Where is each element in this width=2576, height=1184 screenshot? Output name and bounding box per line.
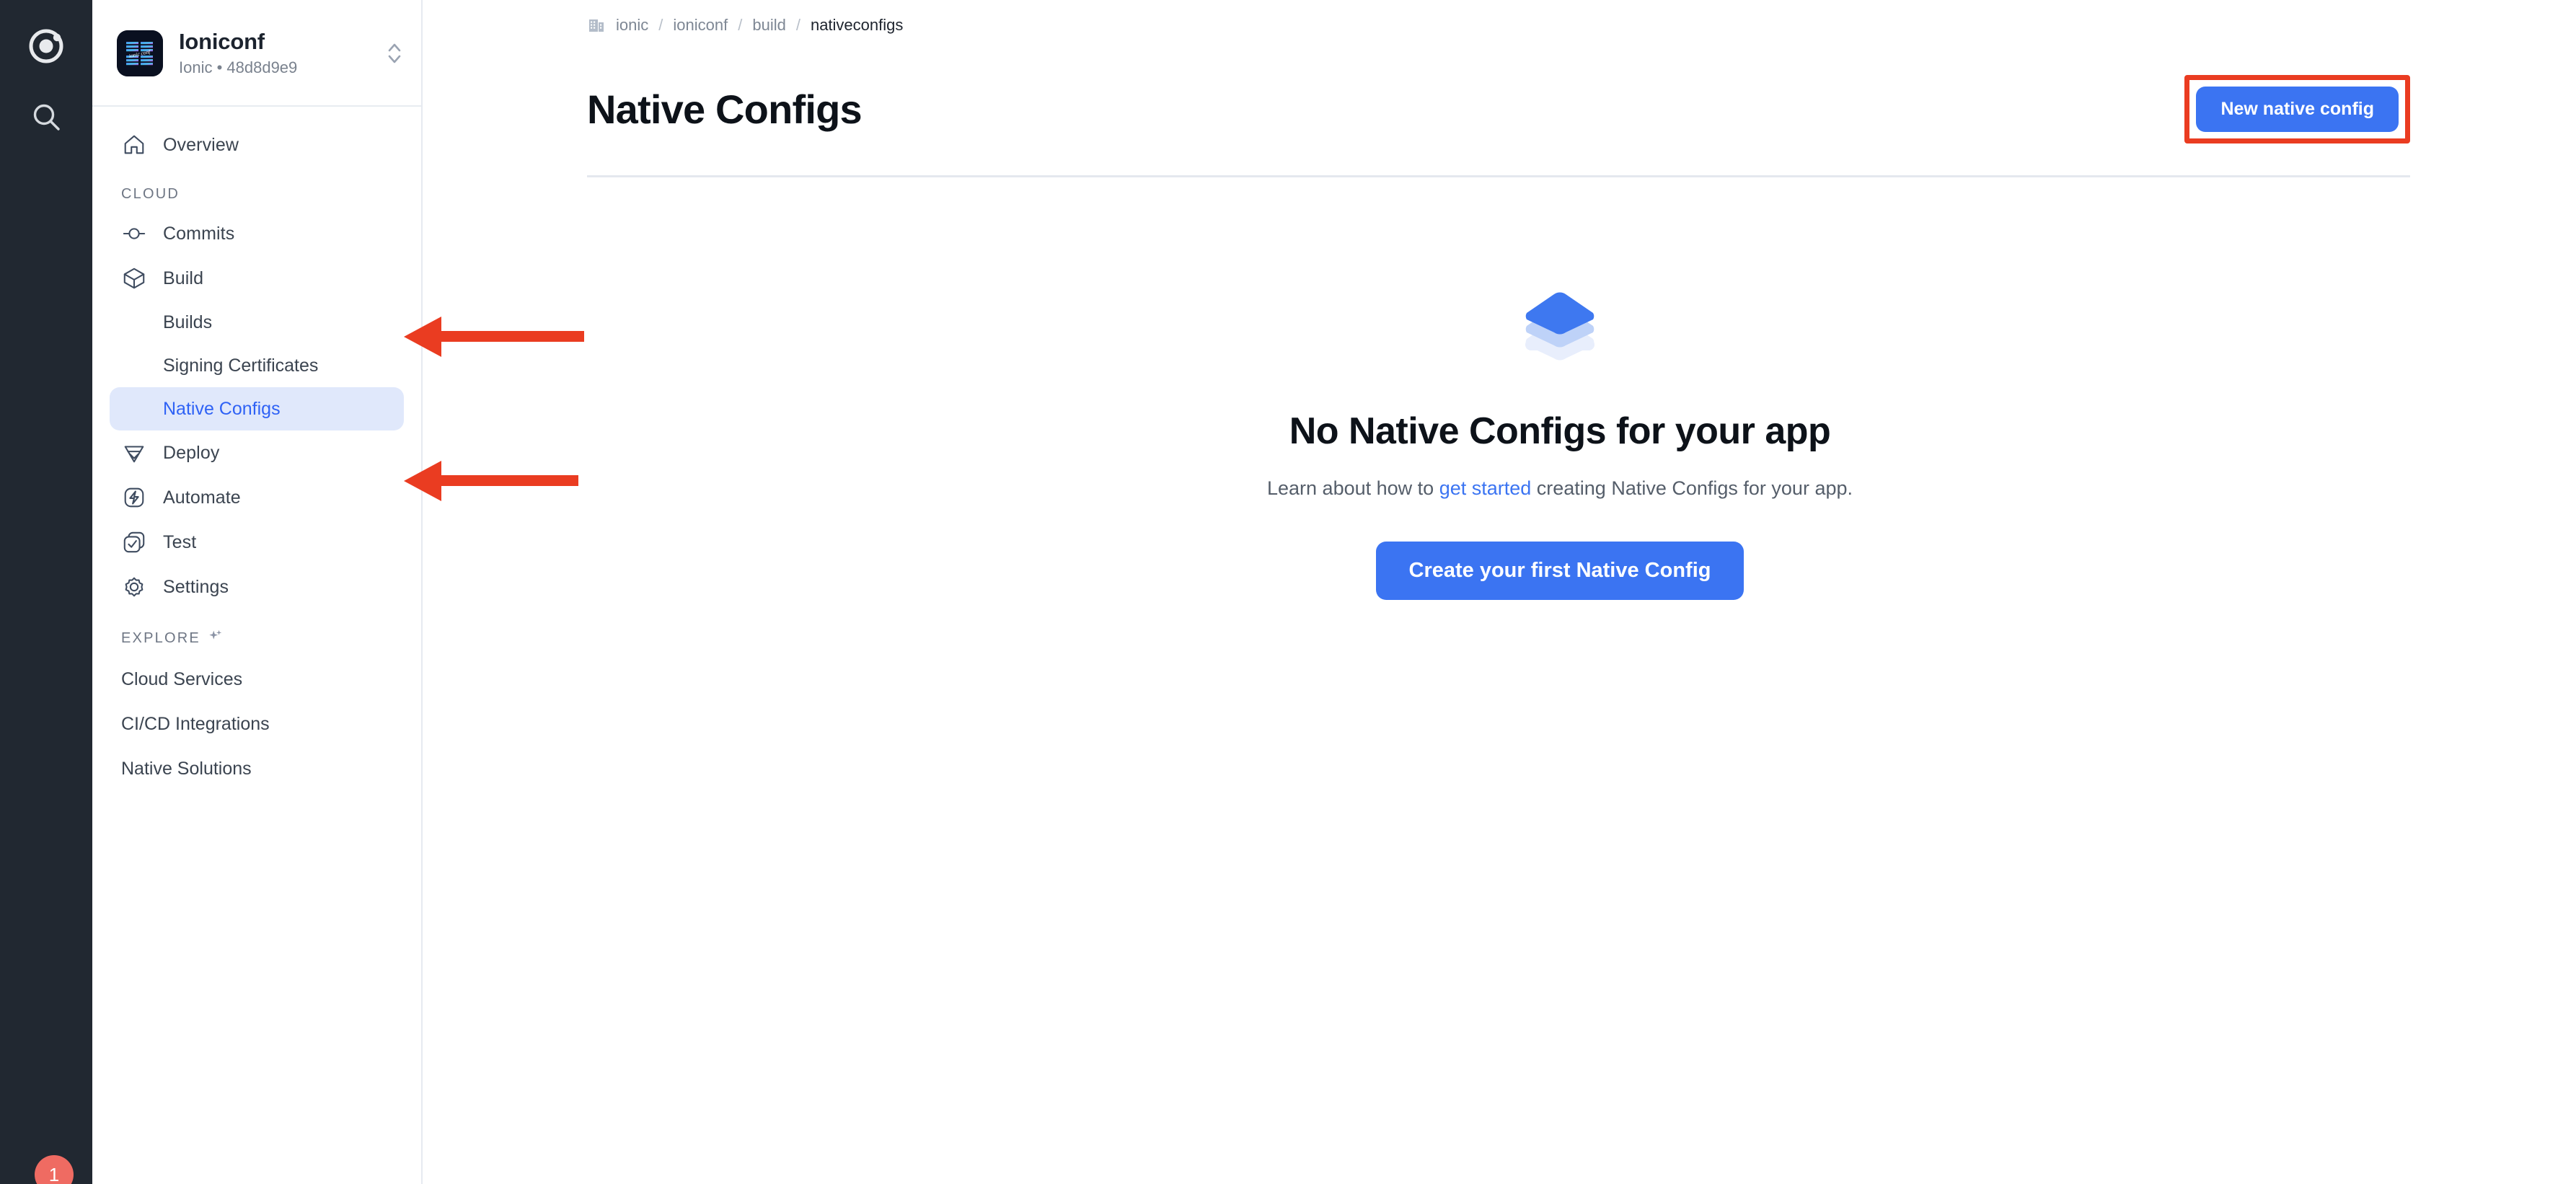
sidebar-item-label: Build xyxy=(163,268,204,288)
stacked-layers-icon xyxy=(1509,287,1610,368)
breadcrumb-item-ionic[interactable]: ionic xyxy=(616,16,648,35)
notification-badge[interactable]: 1 xyxy=(35,1155,74,1184)
gear-icon xyxy=(121,574,147,600)
sidebar-item-label: CI/CD Integrations xyxy=(121,713,270,734)
sidebar-item-cicd-integrations[interactable]: CI/CD Integrations xyxy=(110,702,404,746)
sparkle-icon xyxy=(208,628,224,648)
app-root: 1 ionic conf Ioniconf Ionic • 48d8d9e9 O… xyxy=(0,0,2576,1184)
search-icon[interactable] xyxy=(29,100,63,134)
sidebar-item-cloud-services[interactable]: Cloud Services xyxy=(110,657,404,702)
sidebar-item-build[interactable]: Build xyxy=(110,256,404,301)
app-name: Ioniconf xyxy=(179,29,265,55)
sidebar-item-native-solutions[interactable]: Native Solutions xyxy=(110,746,404,791)
new-native-config-button[interactable]: New native config xyxy=(2196,87,2399,132)
sidebar-item-label: Overview xyxy=(163,134,239,155)
section-label: EXPLORE xyxy=(121,629,200,646)
page-title: Native Configs xyxy=(587,87,863,132)
ionic-logo-icon[interactable] xyxy=(26,26,66,66)
app-logo-icon: ionic conf xyxy=(117,30,163,76)
app-subtitle: Ionic • 48d8d9e9 xyxy=(179,58,298,77)
deploy-icon xyxy=(121,440,147,466)
empty-state-text-before: Learn about how to xyxy=(1267,477,1439,499)
sidebar: ionic conf Ioniconf Ionic • 48d8d9e9 Ove… xyxy=(92,0,423,1184)
sidebar-item-label: Native Solutions xyxy=(121,758,252,779)
sidebar-item-automate[interactable]: Automate xyxy=(110,475,404,520)
breadcrumb: ionic / ioniconf / build / nativeconfigs xyxy=(423,0,2576,35)
building-icon xyxy=(587,16,606,35)
breadcrumb-separator: / xyxy=(738,16,743,34)
header-divider xyxy=(587,175,2410,177)
sidebar-item-test[interactable]: Test xyxy=(110,520,404,565)
bolt-icon xyxy=(121,485,147,511)
page-header: Native Configs New native config xyxy=(423,35,2576,143)
sidebar-item-builds[interactable]: Builds xyxy=(110,301,404,344)
sidebar-item-overview[interactable]: Overview xyxy=(110,123,404,167)
section-label: CLOUD xyxy=(121,186,180,202)
create-first-native-config-button[interactable]: Create your first Native Config xyxy=(1375,542,1744,600)
highlight-box-new-native-config: New native config xyxy=(2184,75,2410,143)
empty-state-title: No Native Configs for your app xyxy=(1289,410,1831,452)
sidebar-item-label: Settings xyxy=(163,576,229,597)
sidebar-section-cloud: CLOUD xyxy=(110,186,404,203)
global-rail: 1 xyxy=(0,0,92,1184)
sidebar-item-signing-certificates[interactable]: Signing Certificates xyxy=(110,344,404,387)
home-icon xyxy=(121,132,147,158)
sidebar-item-label: Test xyxy=(163,531,197,552)
commit-icon xyxy=(121,221,147,247)
sidebar-item-label: Native Configs xyxy=(163,398,281,419)
app-switcher[interactable]: ionic conf Ioniconf Ionic • 48d8d9e9 xyxy=(92,0,421,107)
main-content: ionic / ioniconf / build / nativeconfigs… xyxy=(423,0,2576,1184)
sidebar-item-label: Automate xyxy=(163,487,241,508)
cube-icon xyxy=(121,265,147,291)
breadcrumb-item-nativeconfigs: nativeconfigs xyxy=(810,16,904,34)
test-check-icon xyxy=(121,529,147,555)
empty-state-description: Learn about how to get started creating … xyxy=(1267,477,1853,500)
sidebar-item-label: Builds xyxy=(163,312,213,332)
sidebar-item-settings[interactable]: Settings xyxy=(110,565,404,609)
sidebar-item-commits[interactable]: Commits xyxy=(110,211,404,256)
sidebar-item-label: Cloud Services xyxy=(121,668,243,689)
sidebar-item-deploy[interactable]: Deploy xyxy=(110,430,404,475)
sidebar-section-explore: EXPLORE xyxy=(110,628,404,648)
empty-state: No Native Configs for your app Learn abo… xyxy=(423,287,2576,600)
breadcrumb-item-build[interactable]: build xyxy=(752,16,785,35)
breadcrumb-separator: / xyxy=(658,16,663,34)
sidebar-nav: Overview CLOUD Commits Build Builds Sign… xyxy=(92,107,421,791)
chevron-updown-icon[interactable] xyxy=(385,37,404,70)
app-meta: Ioniconf Ionic • 48d8d9e9 xyxy=(179,29,385,77)
empty-state-text-after: creating Native Configs for your app. xyxy=(1531,477,1853,499)
sidebar-item-label: Commits xyxy=(163,223,235,244)
sidebar-item-label: Deploy xyxy=(163,442,220,463)
breadcrumb-separator: / xyxy=(795,16,800,34)
sidebar-item-label: Signing Certificates xyxy=(163,355,319,376)
get-started-link[interactable]: get started xyxy=(1439,477,1532,499)
breadcrumb-item-ioniconf[interactable]: ioniconf xyxy=(673,16,728,35)
sidebar-item-native-configs[interactable]: Native Configs xyxy=(110,387,404,430)
